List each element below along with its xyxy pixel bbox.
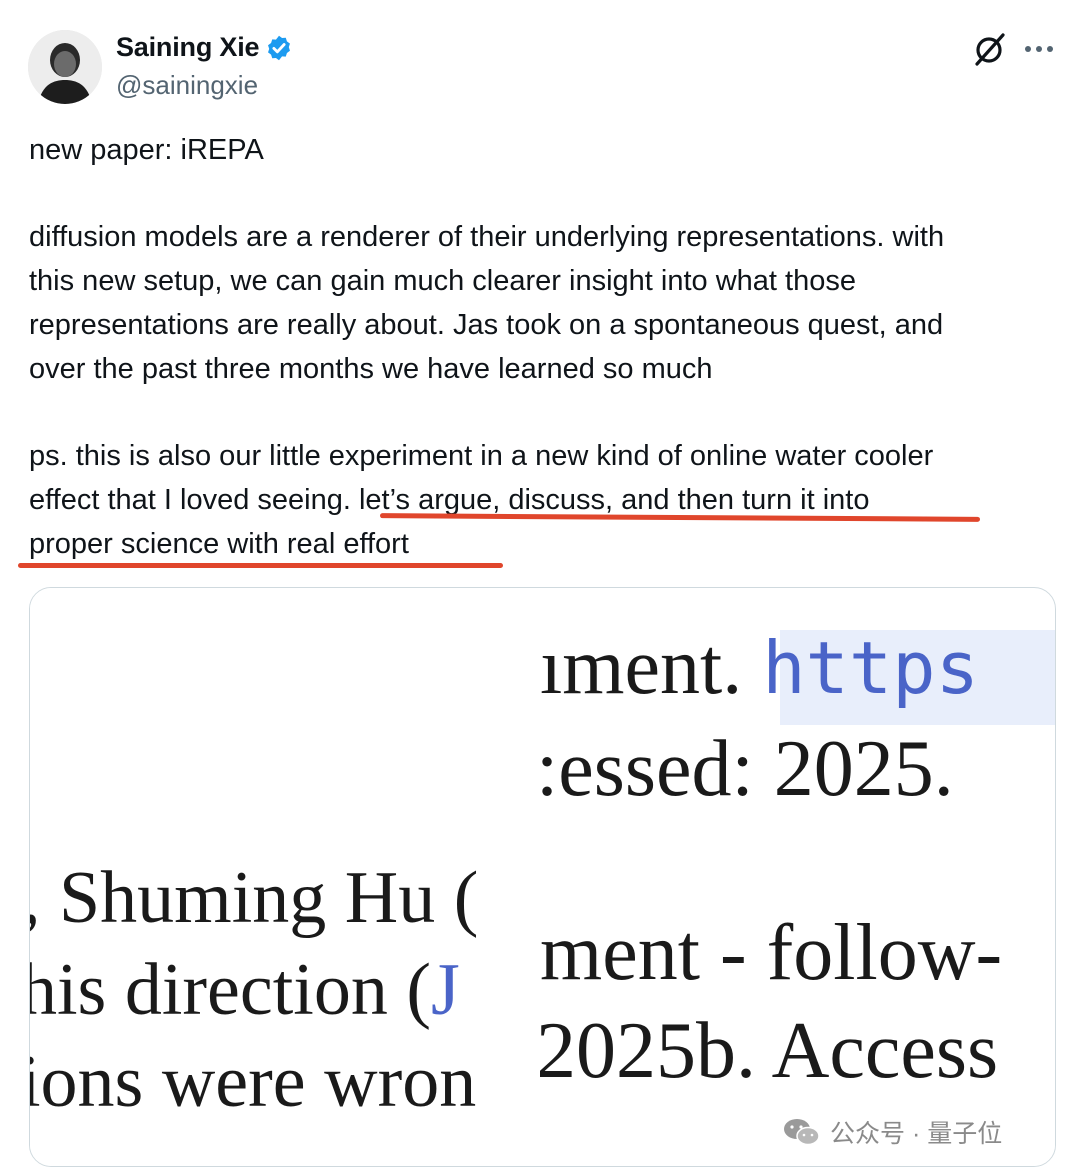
highlight-underline bbox=[18, 563, 503, 568]
more-icon[interactable] bbox=[1022, 36, 1056, 62]
tweet-line: new paper: iREPA bbox=[29, 134, 264, 166]
media-text-line: ıment. https bbox=[540, 623, 979, 711]
tweet-line: diffusion models are a renderer of their… bbox=[29, 221, 945, 253]
watermark-text: 公众号 · 量子位 bbox=[830, 1120, 1003, 1148]
author-name-row[interactable]: Saining Xie bbox=[116, 32, 293, 63]
media-text-line: his direction (J bbox=[30, 949, 460, 1031]
tweet-text: new paper: iREPA diffusion models are a … bbox=[29, 128, 1059, 566]
media-text-line: ions were wron bbox=[30, 1041, 477, 1123]
verified-badge-icon bbox=[268, 35, 291, 60]
media-crop-left: , Shuming Hu ( his direction (J ions wer… bbox=[30, 588, 540, 1166]
author-display-name[interactable]: Saining Xie bbox=[116, 32, 260, 63]
tweet-line: representations are really about. Jas to… bbox=[29, 309, 944, 341]
tweet-media-image[interactable]: , Shuming Hu ( his direction (J ions wer… bbox=[29, 587, 1056, 1167]
tweet-line: over the past three months we have learn… bbox=[29, 353, 713, 385]
media-text-line: 2025b. Access bbox=[540, 1007, 999, 1095]
media-url-text: https bbox=[762, 626, 979, 710]
media-link-fragment: J bbox=[431, 949, 460, 1031]
media-text-line: :essed: 2025. bbox=[540, 725, 954, 813]
tweet-line: ps. this is also our little experiment i… bbox=[29, 440, 934, 472]
grok-icon[interactable] bbox=[970, 30, 1008, 68]
tweet-line: proper science with real effort bbox=[29, 528, 409, 560]
media-crop-right-top: ıment. https :essed: 2025. bbox=[540, 618, 1055, 843]
tweet-line: this new setup, we can gain much clearer… bbox=[29, 265, 856, 297]
media-text-line: , Shuming Hu ( bbox=[30, 857, 479, 939]
author-handle[interactable]: @sainingxie bbox=[116, 70, 258, 101]
media-text-line: ment - follow- bbox=[540, 909, 1003, 997]
tweet-header: Saining Xie @sainingxie bbox=[0, 0, 1080, 120]
wechat-icon bbox=[784, 1119, 820, 1146]
watermark: 公众号 · 量子位 bbox=[782, 1112, 1002, 1152]
avatar[interactable] bbox=[28, 30, 102, 104]
